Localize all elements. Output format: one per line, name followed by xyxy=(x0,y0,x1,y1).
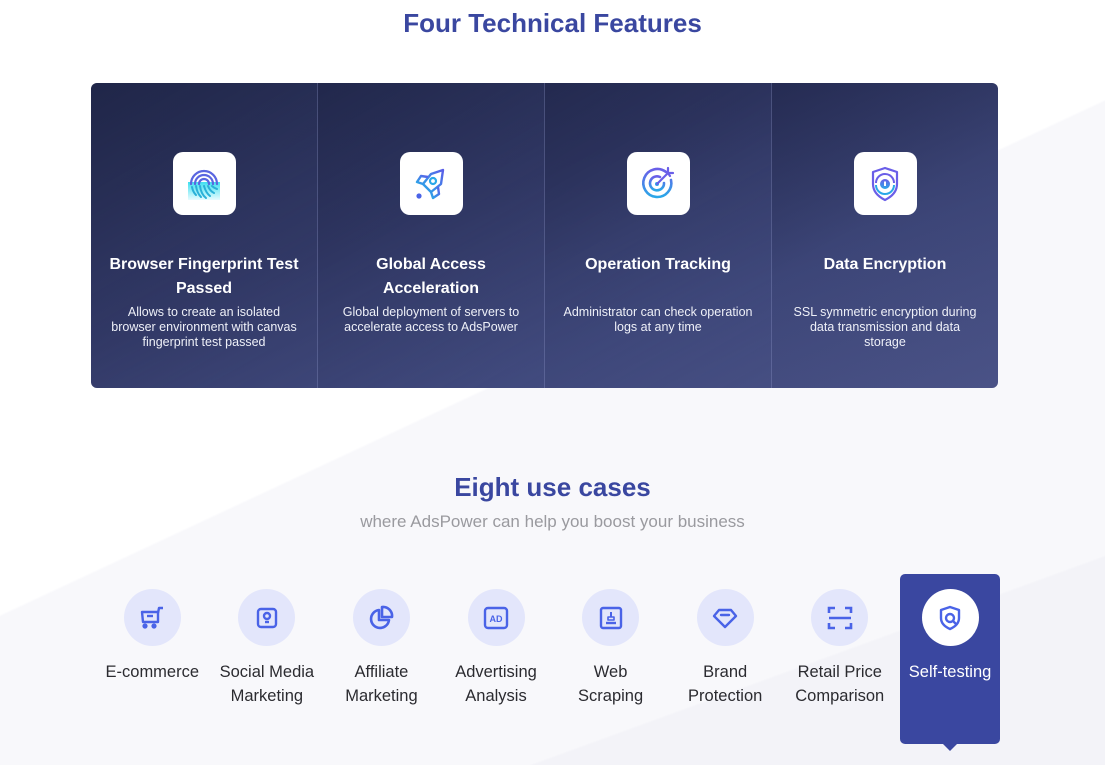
shopping-cart-icon xyxy=(123,589,181,646)
feature-title: Data Encryption xyxy=(823,256,947,273)
feature-card-fingerprint: Browser Fingerprint Test Passed Allows t… xyxy=(91,83,318,388)
use-case-advertising-analysis[interactable]: AD Advertising Analysis xyxy=(439,574,554,744)
use-case-label: Social Media Marketing xyxy=(219,663,315,705)
use-cases-section-title: Eight use cases xyxy=(454,472,651,502)
features-panel: Browser Fingerprint Test Passed Allows t… xyxy=(91,83,998,388)
use-case-label: Advertising Analysis xyxy=(455,663,537,705)
use-case-label: E-commerce xyxy=(105,663,200,681)
use-case-self-testing[interactable]: Self-testing xyxy=(900,574,1001,751)
feature-title: Browser Fingerprint Test Passed xyxy=(109,256,299,297)
feature-description: Allows to create an isolated browser env… xyxy=(111,305,297,349)
feature-card-acceleration: Global Access Acceleration Global deploy… xyxy=(318,83,545,388)
use-case-web-scraping[interactable]: Web Scraping xyxy=(553,574,668,744)
feature-title: Operation Tracking xyxy=(585,256,731,273)
feature-title: Global Access Acceleration xyxy=(376,256,486,297)
use-case-label: Affiliate Marketing xyxy=(345,663,418,705)
web-scraping-icon xyxy=(582,589,640,646)
feature-card-encryption: Data Encryption SSL symmetric encryption… xyxy=(772,83,998,388)
rocket-icon xyxy=(399,152,463,215)
scan-icon xyxy=(811,589,869,646)
pie-chart-icon xyxy=(352,589,410,646)
feature-description: SSL symmetric encryption during data tra… xyxy=(793,305,977,349)
shield-search-icon xyxy=(921,589,979,646)
fingerprint-icon xyxy=(172,152,236,215)
use-case-brand-protection[interactable]: Brand Protection xyxy=(668,574,783,744)
feature-card-tracking: Operation Tracking Administrator can che… xyxy=(545,83,772,388)
social-lightbulb-icon xyxy=(238,589,296,646)
shield-lock-icon xyxy=(853,152,917,215)
use-case-retail-price-comparison[interactable]: Retail Price Comparison xyxy=(782,574,897,744)
use-case-ecommerce[interactable]: E-commerce xyxy=(95,574,210,744)
use-cases-subtitle: where AdsPower can help you boost your b… xyxy=(360,512,745,531)
use-case-affiliate-marketing[interactable]: Affiliate Marketing xyxy=(324,574,439,744)
feature-description: Global deployment of servers to accelera… xyxy=(342,305,520,334)
ad-icon: AD xyxy=(467,589,525,646)
use-cases-list: E-commerce Social Media Marketing Affili… xyxy=(95,574,1001,751)
features-section-title: Four Technical Features xyxy=(403,8,702,38)
use-case-social-media-marketing[interactable]: Social Media Marketing xyxy=(210,574,325,744)
feature-description: Administrator can check operation logs a… xyxy=(563,305,753,334)
use-case-label: Web Scraping xyxy=(578,663,644,705)
svg-text:AD: AD xyxy=(490,614,503,624)
use-case-label: Self-testing xyxy=(908,663,992,681)
diamond-icon xyxy=(696,589,754,646)
use-case-label: Brand Protection xyxy=(688,663,763,705)
target-icon xyxy=(626,152,690,215)
use-case-label: Retail Price Comparison xyxy=(795,663,885,705)
